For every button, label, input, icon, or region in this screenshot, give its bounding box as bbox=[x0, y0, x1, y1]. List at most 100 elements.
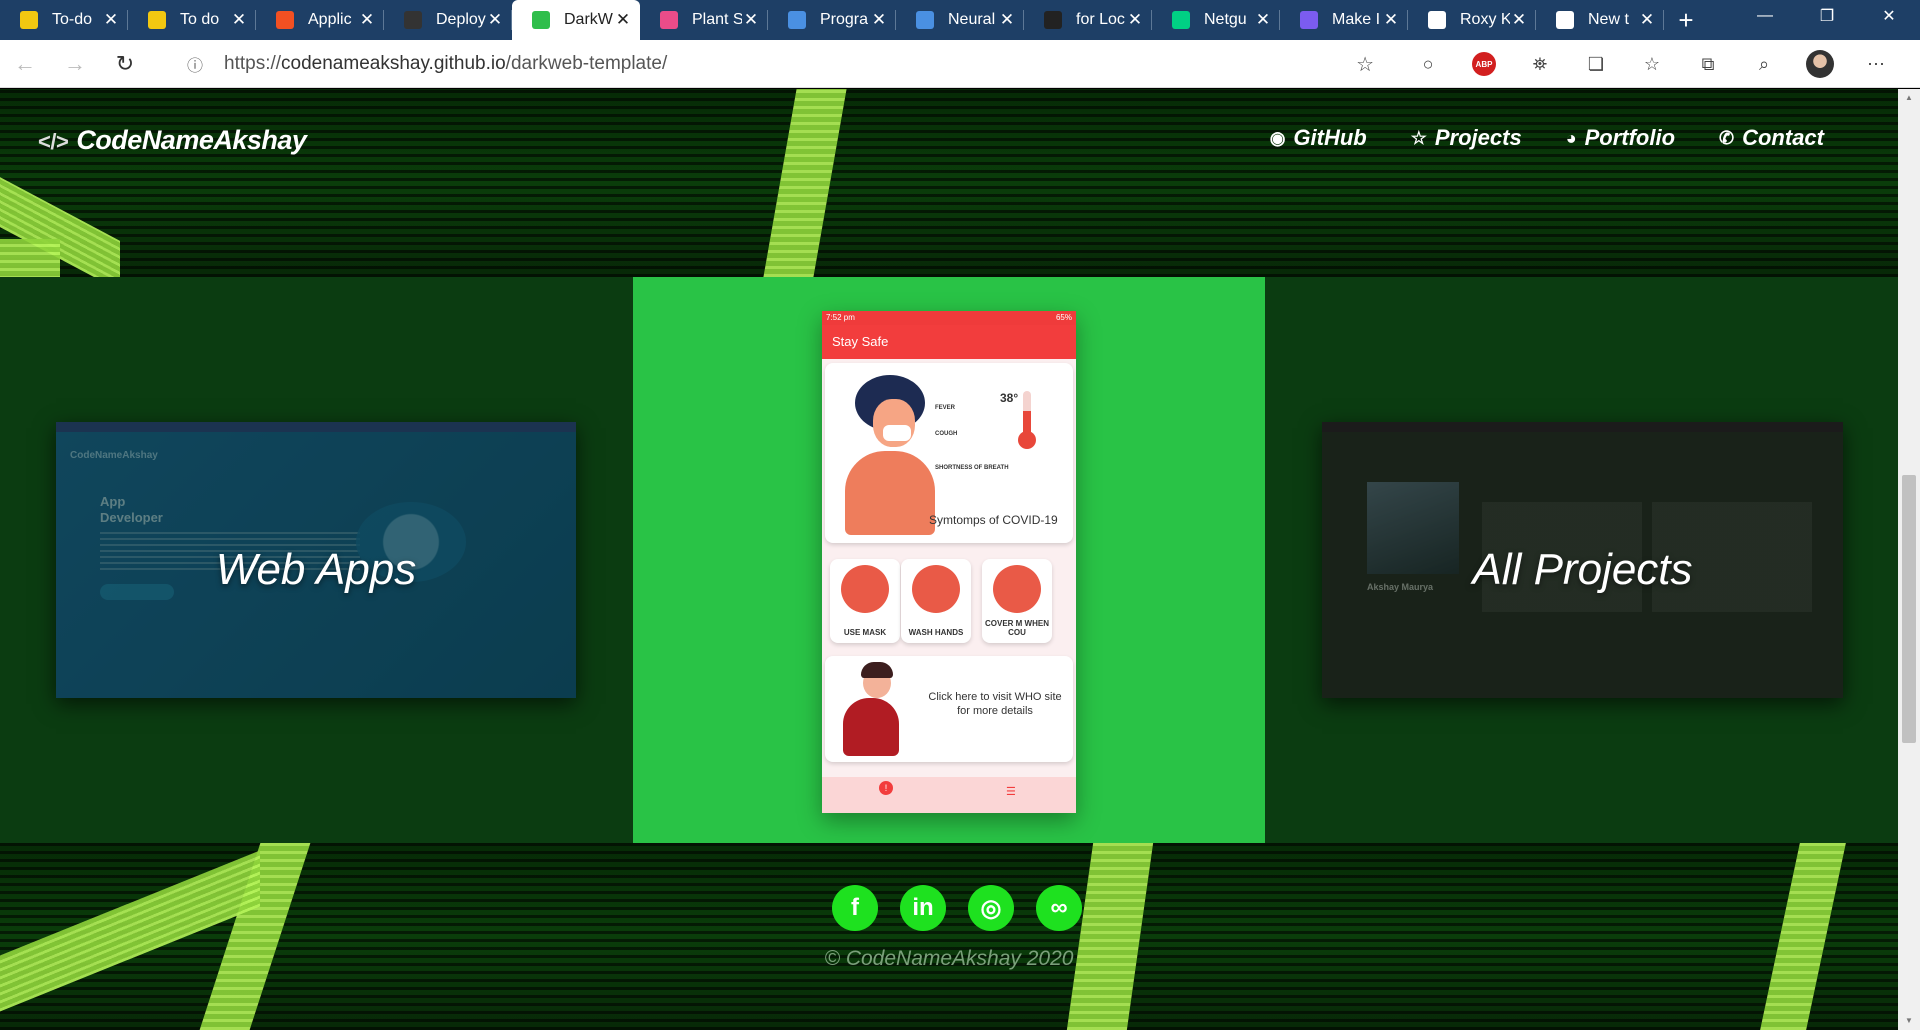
scroll-thumb[interactable] bbox=[1902, 475, 1916, 743]
nav-github[interactable]: ◉ GitHub bbox=[1270, 125, 1367, 151]
window-controls: — ❐ ✕ bbox=[1734, 0, 1920, 40]
hero-header: </> CodeNameAkshay ◉ GitHub ☆ Projects ◕ Por… bbox=[0, 89, 1898, 291]
extensions-bar: ○ ABP ⛯ ❏ ☆ ⧉ ⌕ ⋯ bbox=[1400, 40, 1904, 88]
browser-tab[interactable]: Netgu ✕ bbox=[1152, 0, 1280, 40]
nav-projects[interactable]: ☆ Projects bbox=[1411, 125, 1522, 151]
linkedin-icon[interactable]: in bbox=[900, 885, 946, 931]
tab-close-icon[interactable]: ✕ bbox=[486, 10, 504, 30]
profile-avatar[interactable] bbox=[1792, 40, 1848, 88]
minimize-button[interactable]: — bbox=[1734, 0, 1796, 32]
tab-close-icon[interactable]: ✕ bbox=[1126, 10, 1144, 30]
facebook-icon[interactable]: f bbox=[832, 885, 878, 931]
favorite-star-icon[interactable]: ☆ bbox=[1356, 52, 1374, 77]
tab-favicon-icon bbox=[1172, 11, 1190, 29]
tab-favicon-icon bbox=[532, 11, 550, 29]
browser-tab[interactable]: DarkW ✕ bbox=[512, 0, 640, 40]
page-scrollbar[interactable]: ▲ ▼ bbox=[1898, 89, 1920, 1030]
web-apps-panel[interactable]: CodeNameAkshay App Developer Web Apps bbox=[0, 277, 633, 843]
site-logo[interactable]: </> CodeNameAkshay bbox=[38, 125, 307, 156]
woman-illustration bbox=[833, 662, 913, 758]
tab-favicon-icon bbox=[276, 11, 294, 29]
restore-button[interactable]: ❐ bbox=[1796, 0, 1858, 32]
browser-tab[interactable]: To-do ✕ bbox=[0, 0, 128, 40]
copyright-text: © CodeNameAkshay 2020 bbox=[824, 947, 1074, 970]
forward-button[interactable]: → bbox=[50, 40, 100, 88]
extension-copy-icon[interactable]: ❏ bbox=[1568, 40, 1624, 88]
browser-tab[interactable]: Make I ✕ bbox=[1280, 0, 1408, 40]
all-projects-panel[interactable]: Akshay Maurya All Projects bbox=[1265, 277, 1898, 843]
back-button[interactable]: ← bbox=[0, 40, 50, 88]
new-tab-button[interactable]: + bbox=[1664, 0, 1708, 40]
user-circle-icon: ◕ bbox=[1565, 127, 1577, 148]
tip-card-wash[interactable]: WASH HANDS bbox=[901, 559, 971, 643]
address-bar[interactable]: ⓘ https://codenameakshay.github.io/darkw… bbox=[180, 46, 1388, 82]
scroll-up-arrow[interactable]: ▲ bbox=[1898, 89, 1920, 107]
phone-screenshot[interactable]: 7:52 pm 65% Stay Safe 38° FEVER COUGH SHO… bbox=[822, 311, 1076, 813]
browser-tab[interactable]: Roxy K ✕ bbox=[1408, 0, 1536, 40]
tab-title: Progra bbox=[820, 11, 869, 28]
nav-contact[interactable]: ✆ Contact bbox=[1719, 125, 1824, 151]
tip-card-cover[interactable]: COVER M WHEN COU bbox=[982, 559, 1052, 643]
circle-extension-icon[interactable]: ○ bbox=[1400, 40, 1456, 88]
browser-tab[interactable]: Deploy ✕ bbox=[384, 0, 512, 40]
refresh-button[interactable]: ↻ bbox=[100, 40, 150, 88]
all-projects-title: All Projects bbox=[1472, 545, 1693, 594]
tab-close-icon[interactable]: ✕ bbox=[358, 10, 376, 30]
phone-bottom-nav: ! ☰ bbox=[822, 777, 1076, 813]
tab-close-icon[interactable]: ✕ bbox=[230, 10, 248, 30]
nav-portfolio[interactable]: ◕ Portfolio bbox=[1566, 125, 1675, 151]
scroll-down-arrow[interactable]: ▼ bbox=[1898, 1012, 1920, 1030]
tab-close-icon[interactable]: ✕ bbox=[870, 10, 888, 30]
tab-close-icon[interactable]: ✕ bbox=[102, 10, 120, 30]
tab-favicon-icon bbox=[1300, 11, 1318, 29]
tab-title: Plant S bbox=[692, 11, 742, 28]
adblock-icon[interactable]: ABP bbox=[1456, 40, 1512, 88]
temperature-label: 38° bbox=[1000, 391, 1019, 405]
all-projects-screenshot[interactable]: Akshay Maurya All Projects bbox=[1322, 422, 1843, 698]
collections-icon[interactable]: ⧉ bbox=[1680, 40, 1736, 88]
extension-hat-icon[interactable]: ⛯ bbox=[1512, 40, 1568, 88]
cover-icon bbox=[993, 565, 1041, 613]
browser-tab[interactable]: for Loc ✕ bbox=[1024, 0, 1152, 40]
close-window-button[interactable]: ✕ bbox=[1858, 0, 1920, 32]
list-icon[interactable]: ☰ bbox=[1006, 785, 1016, 798]
tab-title: New t bbox=[1588, 11, 1629, 28]
tab-title: To do bbox=[180, 11, 220, 28]
tab-close-icon[interactable]: ✕ bbox=[1510, 10, 1528, 30]
breath-label: SHORTNESS OF BREATH bbox=[935, 465, 1009, 471]
phone-status-bar: 7:52 pm 65% bbox=[822, 311, 1076, 325]
more-menu-icon[interactable]: ⋯ bbox=[1848, 40, 1904, 88]
code-icon: </> bbox=[38, 129, 69, 154]
alert-icon[interactable]: ! bbox=[879, 781, 893, 795]
browser-tab[interactable]: New t ✕ bbox=[1536, 0, 1664, 40]
browser-tab[interactable]: Plant S ✕ bbox=[640, 0, 768, 40]
tab-close-icon[interactable]: ✕ bbox=[1254, 10, 1272, 30]
favorites-icon[interactable]: ☆ bbox=[1624, 40, 1680, 88]
social-links: f in ◎ ∞ bbox=[832, 885, 1082, 931]
site-footer: f in ◎ ∞ © CodeNameAkshay 2020 bbox=[0, 843, 1898, 1030]
browser-tab[interactable]: Progra ✕ bbox=[768, 0, 896, 40]
tab-close-icon[interactable]: ✕ bbox=[614, 10, 632, 30]
tip-card-mask[interactable]: USE MASK bbox=[830, 559, 900, 643]
browser-tab[interactable]: To do ✕ bbox=[128, 0, 256, 40]
web-apps-screenshot[interactable]: CodeNameAkshay App Developer Web Apps bbox=[56, 422, 576, 698]
wash-hands-icon bbox=[912, 565, 960, 613]
tab-favicon-icon bbox=[404, 11, 422, 29]
feedback-icon[interactable]: ⌕ bbox=[1736, 40, 1792, 88]
tab-close-icon[interactable]: ✕ bbox=[742, 10, 760, 30]
browser-tab[interactable]: Applic ✕ bbox=[256, 0, 384, 40]
tab-close-icon[interactable]: ✕ bbox=[998, 10, 1016, 30]
browser-tab[interactable]: Neural ✕ bbox=[896, 0, 1024, 40]
tab-title: for Loc bbox=[1076, 11, 1125, 28]
tab-title: Roxy K bbox=[1460, 11, 1510, 28]
instagram-icon[interactable]: ◎ bbox=[968, 885, 1014, 931]
tab-close-icon[interactable]: ✕ bbox=[1382, 10, 1400, 30]
link-icon[interactable]: ∞ bbox=[1036, 885, 1082, 931]
who-card[interactable]: Click here to visit WHO site for more de… bbox=[825, 656, 1073, 762]
tab-title: Deploy bbox=[436, 11, 486, 28]
app-panel[interactable]: 7:52 pm 65% Stay Safe 38° FEVER COUGH SHO… bbox=[633, 277, 1265, 843]
mask-icon bbox=[841, 565, 889, 613]
symptoms-card[interactable]: 38° FEVER COUGH SHORTNESS OF BREATH Symt… bbox=[825, 363, 1073, 543]
tab-close-icon[interactable]: ✕ bbox=[1638, 10, 1656, 30]
site-info-icon[interactable]: ⓘ bbox=[180, 52, 210, 76]
